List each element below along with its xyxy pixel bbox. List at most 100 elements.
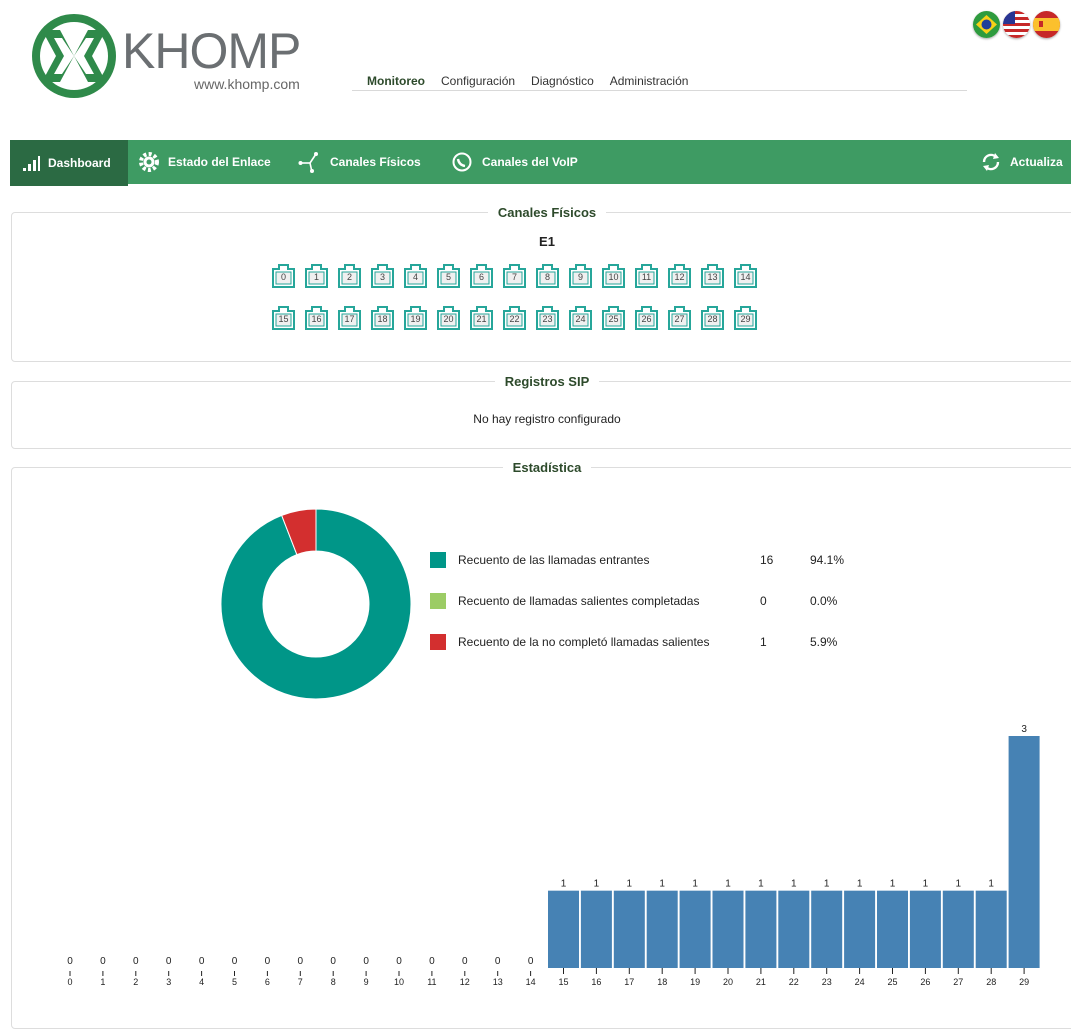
logo-text: KHOMP (122, 23, 301, 79)
bar-20 (712, 890, 744, 968)
usa-flag-icon[interactable] (1003, 11, 1030, 38)
tab-dashboard[interactable]: Dashboard (10, 140, 128, 186)
port-29[interactable]: 29 (733, 305, 758, 331)
port-24[interactable]: 24 (568, 305, 593, 331)
tab-dashboard-label: Dashboard (48, 156, 111, 170)
port-number: 13 (707, 272, 718, 282)
port-15[interactable]: 15 (271, 305, 296, 331)
bar-value-label: 1 (988, 879, 994, 890)
port-number: 10 (608, 272, 619, 282)
port-3[interactable]: 3 (370, 263, 395, 289)
legend-swatch (430, 552, 446, 568)
no-sip-message: No hay registro configurado (473, 412, 621, 426)
port-25[interactable]: 25 (601, 305, 626, 331)
bar-value-label: 3 (1021, 724, 1027, 735)
port-28[interactable]: 28 (700, 305, 725, 331)
port-18[interactable]: 18 (370, 305, 395, 331)
bar-value-label: 0 (462, 956, 468, 967)
refresh-button[interactable]: Actualiza (980, 140, 1063, 184)
network-branch-icon (298, 152, 318, 173)
port-1[interactable]: 1 (304, 263, 329, 289)
calls-donut-chart (220, 508, 412, 700)
x-tick-label: 23 (822, 977, 832, 987)
port-number: 28 (707, 314, 718, 324)
bar-value-label: 0 (166, 956, 172, 967)
port-number: 17 (344, 314, 355, 324)
tab-canales-fisicos[interactable]: Canales Físicos (298, 140, 421, 184)
port-5[interactable]: 5 (436, 263, 461, 289)
bar-value-label: 0 (265, 956, 271, 967)
signal-bars-icon (23, 156, 40, 171)
port-27[interactable]: 27 (667, 305, 692, 331)
port-16[interactable]: 16 (304, 305, 329, 331)
port-number: 3 (379, 272, 385, 282)
calls-per-channel-bar-chart: 0001020304050607080901001101201301411511… (67, 724, 1040, 987)
port-8[interactable]: 8 (535, 263, 560, 289)
registros-sip-title: Registros SIP (494, 374, 600, 389)
legend-label: Recuento de llamadas salientes completad… (458, 594, 700, 608)
port-number: 20 (443, 314, 454, 324)
bar-value-label: 1 (956, 879, 962, 890)
x-tick-label: 10 (394, 977, 404, 987)
port-number: 24 (575, 314, 586, 324)
port-9[interactable]: 9 (568, 263, 593, 289)
nav-administracion[interactable]: Administración (610, 72, 689, 90)
port-0[interactable]: 0 (271, 263, 296, 289)
port-number: 9 (577, 272, 583, 282)
port-13[interactable]: 13 (700, 263, 725, 289)
nav-diagnostico[interactable]: Diagnóstico (531, 72, 594, 90)
tab-estado-enlace[interactable]: Estado del Enlace (138, 140, 271, 184)
x-tick-label: 28 (986, 977, 996, 987)
tab-canales-fisicos-label: Canales Físicos (330, 155, 421, 169)
bar-value-label: 0 (67, 956, 73, 967)
x-tick-label: 26 (920, 977, 930, 987)
port-20[interactable]: 20 (436, 305, 461, 331)
nav-monitoreo[interactable]: Monitoreo (367, 72, 425, 90)
tab-canales-voip[interactable]: Canales del VoIP (450, 140, 578, 184)
x-tick-label: 12 (460, 977, 470, 987)
port-22[interactable]: 22 (502, 305, 527, 331)
x-tick-label: 8 (331, 977, 336, 987)
port-7[interactable]: 7 (502, 263, 527, 289)
port-12[interactable]: 12 (667, 263, 692, 289)
bar-27 (942, 890, 974, 968)
port-6[interactable]: 6 (469, 263, 494, 289)
nav-configuracion[interactable]: Configuración (441, 72, 515, 90)
x-tick-label: 2 (133, 977, 138, 987)
port-14[interactable]: 14 (733, 263, 758, 289)
bar-value-label: 1 (923, 879, 929, 890)
bar-value-label: 0 (396, 956, 402, 967)
port-21[interactable]: 21 (469, 305, 494, 331)
bar-value-label: 1 (758, 879, 764, 890)
bar-value-label: 0 (429, 956, 435, 967)
port-4[interactable]: 4 (403, 263, 428, 289)
logo-url: www.khomp.com (194, 76, 300, 92)
port-number: 21 (476, 314, 487, 324)
legend-percent: 0.0% (810, 594, 838, 608)
main-toolbar: Dashboard Estado del Enlace Canales Físi… (10, 140, 1071, 186)
bar-value-label: 1 (725, 879, 731, 890)
port-23[interactable]: 23 (535, 305, 560, 331)
port-number: 19 (410, 314, 421, 324)
x-tick-label: 29 (1019, 977, 1029, 987)
port-19[interactable]: 19 (403, 305, 428, 331)
port-2[interactable]: 2 (337, 263, 362, 289)
x-tick-label: 6 (265, 977, 270, 987)
bar-value-label: 0 (298, 956, 304, 967)
spain-flag-icon[interactable] (1033, 11, 1060, 38)
bar-24 (844, 890, 876, 968)
legend-count: 0 (760, 594, 767, 608)
bar-value-label: 1 (857, 879, 863, 890)
port-number: 8 (544, 272, 550, 282)
legend-count: 16 (760, 553, 774, 567)
bar-16 (580, 890, 612, 968)
port-10[interactable]: 10 (601, 263, 626, 289)
span-label: E1 (539, 234, 555, 249)
x-tick-label: 5 (232, 977, 237, 987)
tab-estado-enlace-label: Estado del Enlace (168, 155, 271, 169)
bar-value-label: 1 (692, 879, 698, 890)
port-17[interactable]: 17 (337, 305, 362, 331)
brazil-flag-icon[interactable] (973, 11, 1000, 38)
port-11[interactable]: 11 (634, 263, 659, 289)
port-26[interactable]: 26 (634, 305, 659, 331)
